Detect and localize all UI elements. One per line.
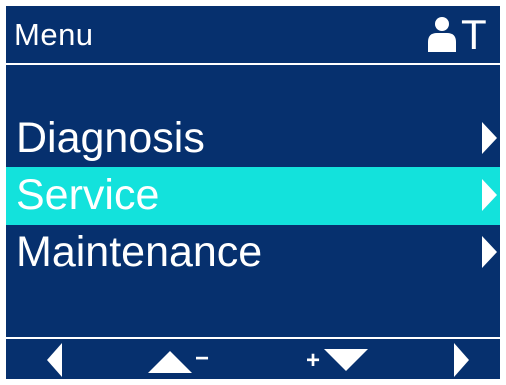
triangle-up-icon xyxy=(148,351,192,373)
chevron-right-icon xyxy=(482,122,497,154)
triangle-right-icon xyxy=(454,343,469,377)
up-minus-softkey[interactable]: − xyxy=(148,339,228,379)
chevron-right-icon xyxy=(482,179,497,211)
plus-sign: + xyxy=(306,347,321,374)
menu-item-service[interactable]: Service xyxy=(6,167,500,225)
minus-sign: − xyxy=(195,345,210,372)
header-divider xyxy=(6,63,500,65)
menu-item-label: Maintenance xyxy=(16,228,263,276)
menu-item-label: Service xyxy=(16,171,160,219)
page-title: Menu xyxy=(14,17,94,52)
back-softkey[interactable] xyxy=(42,339,82,379)
triangle-down-icon xyxy=(324,349,368,371)
menu-item-label: Diagnosis xyxy=(16,114,205,162)
softkey-bar: − + xyxy=(6,339,500,379)
menu-item-maintenance[interactable]: Maintenance xyxy=(6,224,500,282)
triangle-left-icon xyxy=(47,343,62,377)
menu-item-diagnosis[interactable]: Diagnosis xyxy=(6,110,500,168)
mode-indicator: T xyxy=(461,11,487,58)
display-screen: Menu T Diagnosis Service Maintenance − + xyxy=(6,6,500,379)
user-icon xyxy=(428,17,456,52)
header-bar: Menu T xyxy=(6,6,500,62)
chevron-right-icon xyxy=(482,236,497,268)
plus-down-softkey[interactable]: + xyxy=(302,339,382,379)
enter-softkey[interactable] xyxy=(446,339,486,379)
